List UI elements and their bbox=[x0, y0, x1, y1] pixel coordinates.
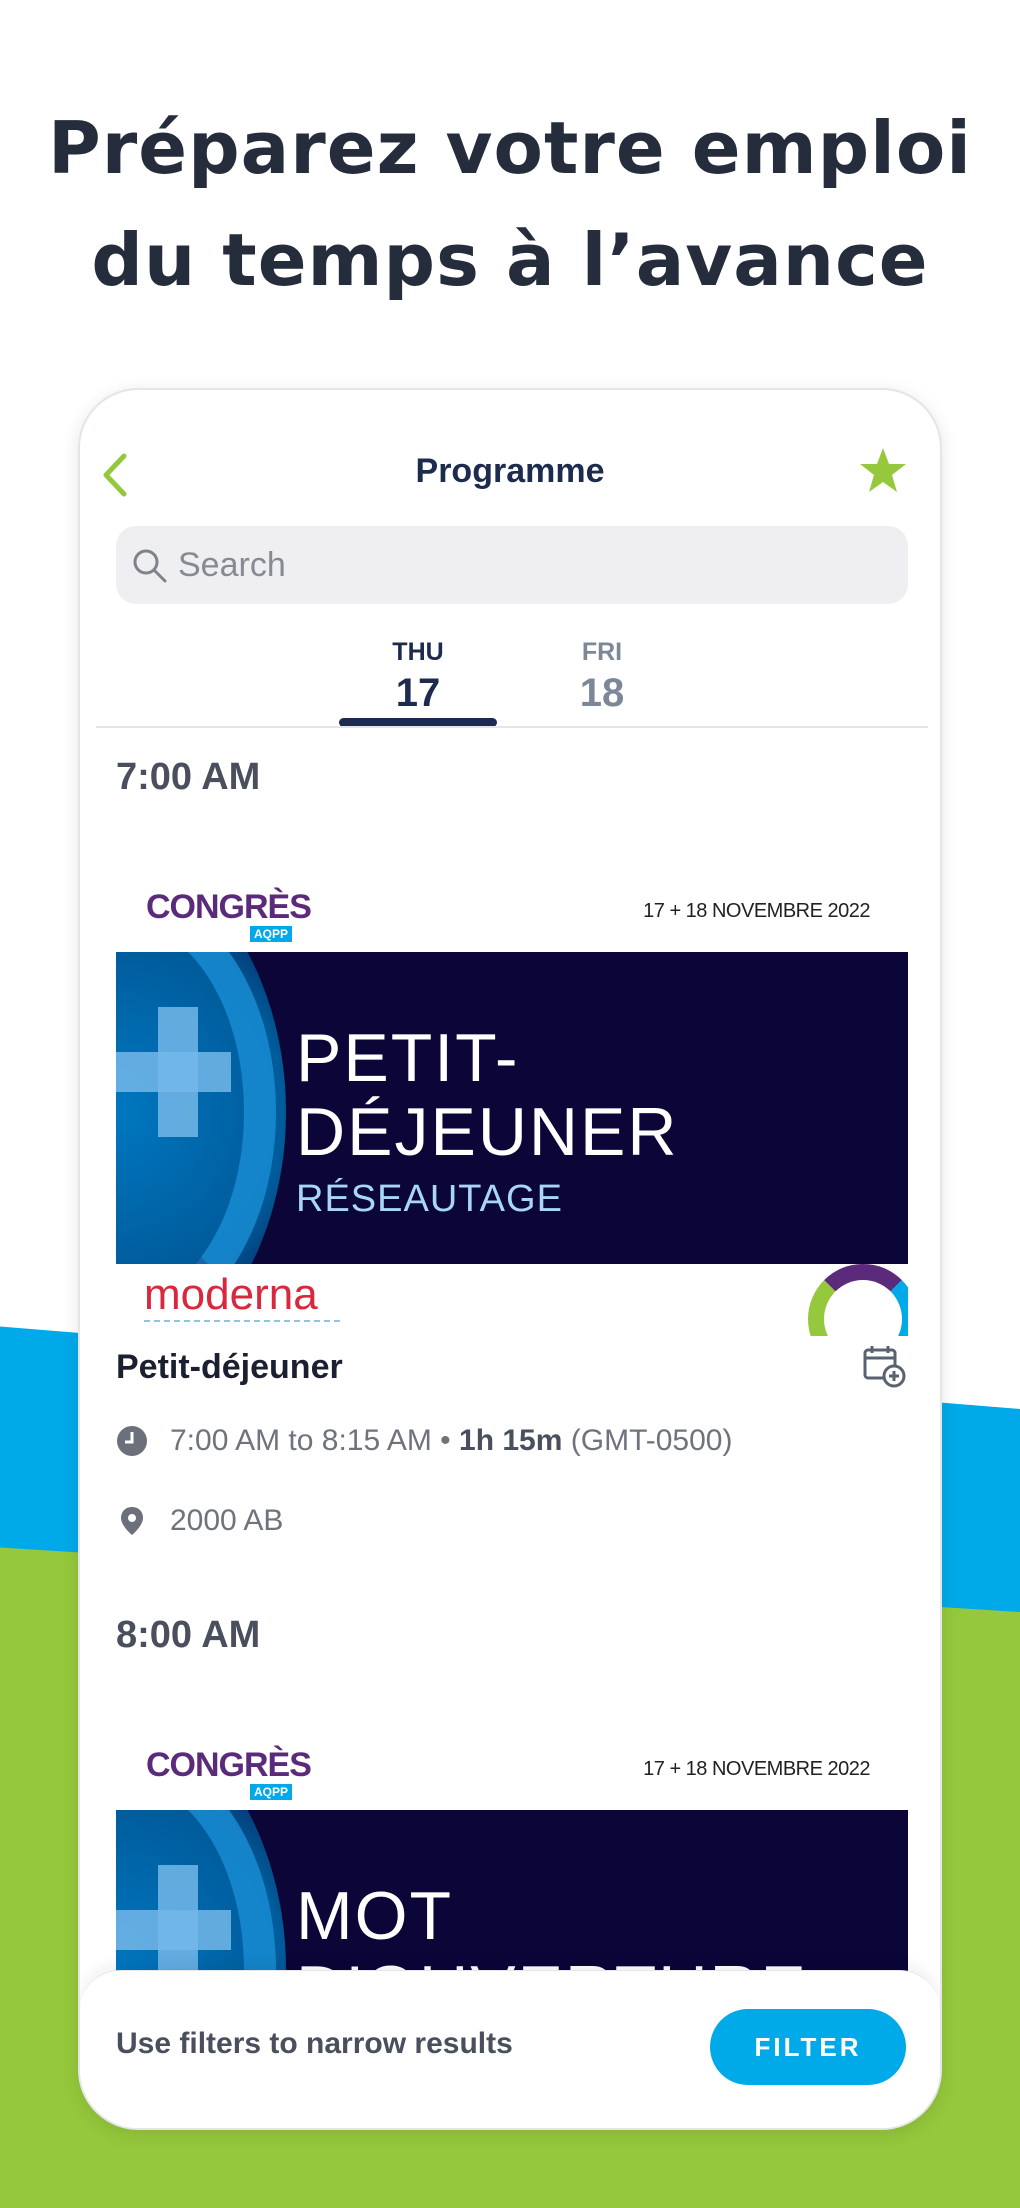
nav-bar: Programme bbox=[80, 390, 940, 510]
banner-line-3: RÉSEAUTAGE bbox=[296, 1178, 563, 1220]
tab-day-number: 18 bbox=[579, 671, 625, 715]
session-time-range: 7:00 AM to 8:15 AM • bbox=[170, 1424, 451, 1457]
headline-line-2: du temps à l’avance bbox=[91, 218, 929, 302]
location-pin-icon bbox=[121, 1507, 143, 1535]
session-duration: 1h 15m bbox=[459, 1424, 563, 1457]
time-header: 8:00 AM bbox=[116, 1614, 261, 1656]
event-dates: 17 + 18 NOVEMBRE 2022 bbox=[643, 900, 870, 922]
tab-day-of-week: THU bbox=[392, 638, 444, 666]
event-logo-sub: AQPP bbox=[250, 1784, 293, 1800]
phone-screen: Programme THU 17 FRI 18 7:00 AM CONGRÈS … bbox=[78, 388, 942, 2130]
session-location: 2000 AB bbox=[170, 1504, 284, 1537]
tab-thu-17[interactable]: THU 17 bbox=[339, 638, 497, 716]
star-icon[interactable] bbox=[858, 446, 908, 496]
event-logo: CONGRÈS bbox=[146, 1746, 312, 1784]
session-timezone: (GMT-0500) bbox=[570, 1424, 733, 1457]
event-logo: CONGRÈS bbox=[146, 888, 312, 926]
headline-line-1: Préparez votre emploi bbox=[48, 106, 972, 190]
tab-day-of-week: FRI bbox=[581, 638, 623, 666]
tab-day-number: 17 bbox=[395, 671, 441, 715]
decorative-ring bbox=[808, 1264, 908, 1336]
add-to-calendar-icon[interactable] bbox=[862, 1344, 906, 1388]
event-dates: 17 + 18 NOVEMBRE 2022 bbox=[643, 1758, 870, 1780]
session-time-row: 7:00 AM to 8:15 AM • 1h 15m (GMT-0500) bbox=[116, 1424, 732, 1458]
filter-hint: Use filters to narrow results bbox=[116, 2027, 513, 2060]
event-logo-sub: AQPP bbox=[250, 926, 293, 942]
filter-bar: Use filters to narrow results FILTER bbox=[80, 1970, 940, 2128]
tabs-divider bbox=[96, 726, 928, 728]
search-input[interactable] bbox=[178, 540, 878, 590]
banner-line-1: MOT bbox=[296, 1878, 454, 1954]
search-bar[interactable] bbox=[116, 526, 908, 604]
session-location-row: 2000 AB bbox=[116, 1504, 283, 1538]
banner-line-2: DÉJEUNER bbox=[296, 1094, 679, 1170]
tab-fri-18[interactable]: FRI 18 bbox=[523, 638, 681, 716]
day-tabs: THU 17 FRI 18 bbox=[80, 638, 940, 748]
filter-button[interactable]: FILTER bbox=[710, 2009, 906, 2085]
headline: Préparez votre emploi du temps à l’avanc… bbox=[0, 92, 1020, 316]
page-title: Programme bbox=[415, 452, 605, 490]
sponsor-underline bbox=[144, 1320, 340, 1322]
clock-icon bbox=[117, 1426, 147, 1456]
banner-line-1: PETIT- bbox=[296, 1020, 520, 1096]
time-header: 7:00 AM bbox=[116, 756, 261, 798]
session-banner-image[interactable]: CONGRÈS AQPP 17 + 18 NOVEMBRE 2022 PETIT… bbox=[116, 880, 908, 1336]
sponsor-logo: moderna bbox=[144, 1270, 318, 1319]
search-icon bbox=[133, 549, 167, 583]
banner-graphic: PETIT- DÉJEUNER RÉSEAUTAGE bbox=[116, 952, 908, 1264]
session-title[interactable]: Petit-déjeuner bbox=[116, 1348, 343, 1387]
